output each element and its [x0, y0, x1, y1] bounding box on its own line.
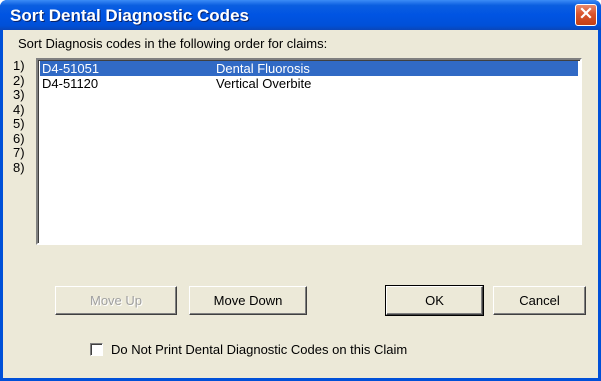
diagnostic-description: Vertical Overbite [216, 76, 312, 91]
list-item[interactable]: D4-51051 Dental Fluorosis [40, 61, 578, 76]
row-number: 4) [13, 101, 25, 117]
do-not-print-checkbox[interactable] [90, 342, 103, 356]
close-icon [580, 6, 592, 24]
do-not-print-label: Do Not Print Dental Diagnostic Codes on … [111, 341, 408, 357]
cancel-button[interactable]: Cancel [493, 286, 586, 315]
do-not-print-option[interactable]: Do Not Print Dental Diagnostic Codes on … [90, 341, 407, 357]
instruction-label: Sort Diagnosis codes in the following or… [18, 36, 328, 51]
close-button[interactable] [575, 4, 597, 26]
list-item[interactable]: D4-51120 Vertical Overbite [40, 76, 578, 91]
row-number: 2) [13, 72, 25, 88]
row-number: 8) [13, 159, 25, 175]
diagnostic-code: D4-51051 [42, 61, 100, 76]
row-number-list: 1) 2) 3) 4) 5) 6) 7) 8) [13, 58, 25, 175]
row-number: 5) [13, 116, 25, 131]
row-number: 6) [13, 130, 25, 146]
diagnostic-code: D4-51120 [42, 76, 99, 91]
move-up-button[interactable]: Move Up [55, 286, 177, 315]
move-down-button[interactable]: Move Down [189, 286, 307, 315]
ok-button[interactable]: OK [385, 285, 484, 316]
diagnostic-description: Dental Fluorosis [216, 61, 310, 76]
row-number: 1) [13, 58, 25, 73]
diagnostic-codes-listbox[interactable]: D4-51051 Dental Fluorosis D4-51120 Verti… [36, 58, 582, 245]
row-number: 7) [13, 145, 25, 160]
row-number: 3) [13, 87, 25, 102]
dialog-window: Sort Dental Diagnostic Codes Sort Diagno… [0, 0, 601, 381]
window-title: Sort Dental Diagnostic Codes [10, 6, 249, 25]
title-bar[interactable]: Sort Dental Diagnostic Codes [0, 0, 601, 30]
